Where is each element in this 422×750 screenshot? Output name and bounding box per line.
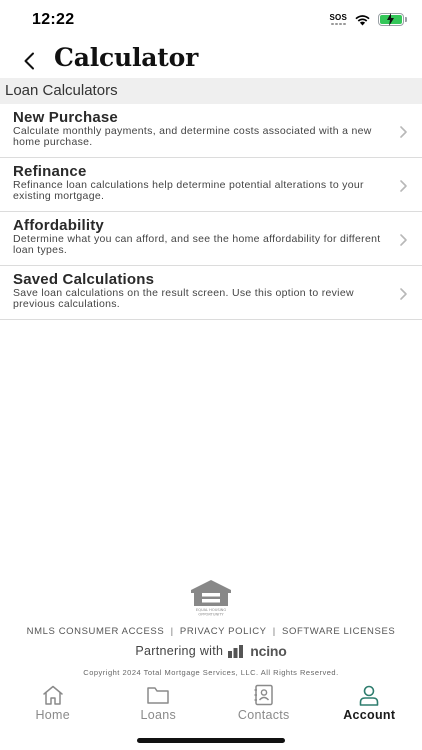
tab-label: Home	[35, 708, 71, 722]
status-time: 12:22	[32, 11, 75, 28]
person-icon	[359, 685, 379, 706]
software-licenses-link[interactable]: SOFTWARE LICENSES	[282, 626, 395, 637]
status-icons: SOS	[329, 12, 407, 26]
calculator-item-description: Save loan calculations on the result scr…	[13, 287, 354, 310]
footer-links: NMLS CONSUMER ACCESS | PRIVACY POLICY | …	[0, 626, 422, 637]
home-icon	[43, 685, 63, 705]
tab-contacts[interactable]: Contacts	[211, 680, 317, 726]
calculator-item-title: Refinance	[13, 163, 87, 180]
ncino-logo: ncino	[228, 643, 287, 659]
tab-label: Contacts	[237, 708, 290, 722]
tab-label: Account	[343, 708, 396, 722]
tab-account[interactable]: Account	[317, 680, 422, 726]
contacts-book-icon	[254, 684, 273, 706]
nmls-consumer-access-link[interactable]: NMLS CONSUMER ACCESS	[27, 626, 165, 637]
page-title: Calculator	[54, 43, 199, 72]
calculator-item-title: Saved Calculations	[13, 271, 155, 288]
link-separator: |	[170, 626, 174, 637]
tab-label: Loans	[140, 708, 177, 722]
calculator-item-new-purchase[interactable]: New Purchase Calculate monthly payments,…	[0, 104, 422, 158]
calculator-item-affordability[interactable]: Affordability Determine what you can aff…	[0, 212, 422, 266]
sos-label: SOS	[329, 12, 347, 22]
chevron-right-icon	[400, 234, 407, 246]
home-indicator	[137, 738, 285, 743]
folder-icon	[147, 687, 169, 704]
calculator-item-description: Determine what you can afford, and see t…	[13, 233, 381, 256]
tab-home[interactable]: Home	[0, 680, 106, 726]
chevron-left-icon	[24, 52, 34, 70]
battery-icon	[378, 13, 407, 26]
partnering-row: Partnering with ncino	[0, 644, 422, 658]
sos-indicator: SOS	[329, 12, 348, 26]
partner-name: ncino	[250, 643, 287, 659]
link-separator: |	[272, 626, 276, 637]
calculator-list: New Purchase Calculate monthly payments,…	[0, 104, 422, 320]
chevron-right-icon	[400, 126, 407, 138]
bar-chart-icon	[228, 645, 244, 658]
calculator-item-refinance[interactable]: Refinance Refinance loan calculations he…	[0, 158, 422, 212]
section-title: Loan Calculators	[5, 82, 118, 99]
equal-housing-opportunity-logo: EQUAL HOUSING OPPORTUNITY	[191, 580, 231, 617]
calculator-item-title: New Purchase	[13, 109, 118, 126]
status-bar: 12:22 SOS	[0, 0, 422, 40]
tab-bar: Home Loans Contacts Account	[0, 680, 422, 726]
logo-line-2: OPPORTUNITY	[198, 613, 224, 617]
wifi-icon	[355, 14, 370, 25]
calculator-item-description: Refinance loan calculations help determi…	[13, 179, 364, 202]
chevron-right-icon	[400, 288, 407, 300]
signal-dots-icon	[331, 22, 346, 26]
tab-loans[interactable]: Loans	[106, 680, 212, 726]
partnering-text: Partnering with	[135, 644, 224, 658]
chevron-right-icon	[400, 180, 407, 192]
calculator-item-description: Calculate monthly payments, and determin…	[13, 125, 372, 148]
logo-line-1: EQUAL HOUSING	[196, 608, 227, 612]
calculator-item-saved-calculations[interactable]: Saved Calculations Save loan calculation…	[0, 266, 422, 320]
section-header: Loan Calculators	[0, 78, 422, 104]
nav-header: Calculator	[0, 42, 422, 78]
copyright-text: Copyright 2024 Total Mortgage Services, …	[83, 668, 339, 677]
calculator-item-title: Affordability	[13, 217, 104, 234]
privacy-policy-link[interactable]: PRIVACY POLICY	[180, 626, 267, 637]
back-button[interactable]	[16, 48, 42, 74]
